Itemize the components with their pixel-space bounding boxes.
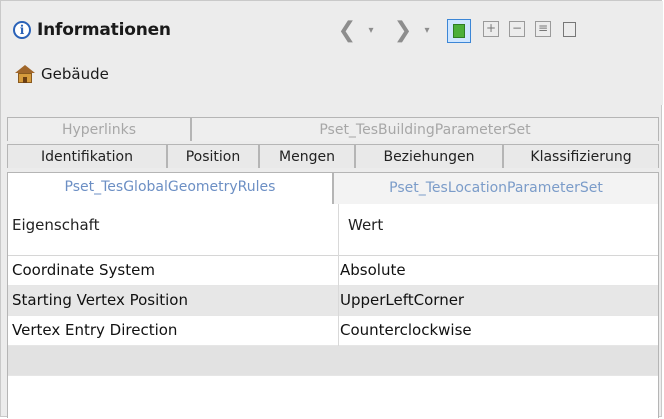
column-header-eigenschaft[interactable]: Eigenschaft — [12, 216, 100, 234]
table-row[interactable]: Vertex Entry Direction Counterclockwise — [8, 316, 658, 346]
tab-hyperlinks[interactable]: Hyperlinks — [7, 117, 191, 141]
collapse-all-icon[interactable]: − — [509, 21, 525, 37]
building-icon — [15, 65, 35, 83]
column-divider — [338, 204, 339, 256]
property-table: Eigenschaft Wert Coordinate System Absol… — [7, 204, 659, 418]
property-name: Vertex Entry Direction — [12, 321, 178, 339]
tab-row-2: Identifikation Position Mengen Beziehung… — [7, 144, 659, 168]
tab-mengen[interactable]: Mengen — [259, 144, 355, 168]
property-name: Coordinate System — [12, 261, 155, 279]
sync-selection-icon[interactable] — [447, 19, 471, 43]
tab-position[interactable]: Position — [167, 144, 259, 168]
back-dropdown-icon[interactable]: ▾ — [365, 17, 377, 45]
table-header: Eigenschaft Wert — [8, 204, 658, 256]
panel-header: i Informationen ❮ ▾ ❯ ▾ + − ≡ Gebäude — [1, 1, 663, 105]
forward-arrow-icon[interactable]: ❯ — [393, 17, 413, 45]
table-row[interactable]: Starting Vertex Position UpperLeftCorner — [8, 286, 658, 316]
property-value: Counterclockwise — [340, 321, 472, 339]
column-header-wert[interactable]: Wert — [348, 216, 383, 234]
selected-object-label: Gebäude — [41, 65, 109, 83]
tab-row-1: Hyperlinks Pset_TesBuildingParameterSet — [7, 117, 659, 141]
tab-beziehungen[interactable]: Beziehungen — [355, 144, 503, 168]
column-divider — [338, 256, 339, 346]
tab-identifikation[interactable]: Identifikation — [7, 144, 167, 168]
forward-dropdown-icon[interactable]: ▾ — [421, 17, 433, 45]
expand-all-icon[interactable]: + — [483, 21, 499, 37]
list-view-icon[interactable]: ≡ — [535, 21, 551, 37]
information-panel: i Informationen ❮ ▾ ❯ ▾ + − ≡ Gebäude Hy… — [0, 0, 663, 418]
tab-pset-tesbuildingparameterset[interactable]: Pset_TesBuildingParameterSet — [191, 117, 659, 141]
property-value: UpperLeftCorner — [340, 291, 465, 309]
property-value: Absolute — [340, 261, 406, 279]
property-name: Starting Vertex Position — [12, 291, 188, 309]
tab-pset-tesglobalgeometryrules[interactable]: Pset_TesGlobalGeometryRules — [7, 172, 333, 204]
tab-pset-teslocationparameterset[interactable]: Pset_TesLocationParameterSet — [333, 172, 659, 204]
restore-window-icon[interactable] — [563, 22, 576, 37]
tab-row-3: Pset_TesGlobalGeometryRules Pset_TesLoca… — [7, 172, 659, 204]
panel-title: Informationen — [37, 20, 171, 40]
table-row[interactable]: Coordinate System Absolute — [8, 256, 658, 286]
info-icon: i — [13, 21, 31, 39]
back-arrow-icon[interactable]: ❮ — [337, 17, 357, 45]
tab-klassifizierung[interactable]: Klassifizierung — [503, 144, 659, 168]
empty-row — [8, 346, 658, 376]
